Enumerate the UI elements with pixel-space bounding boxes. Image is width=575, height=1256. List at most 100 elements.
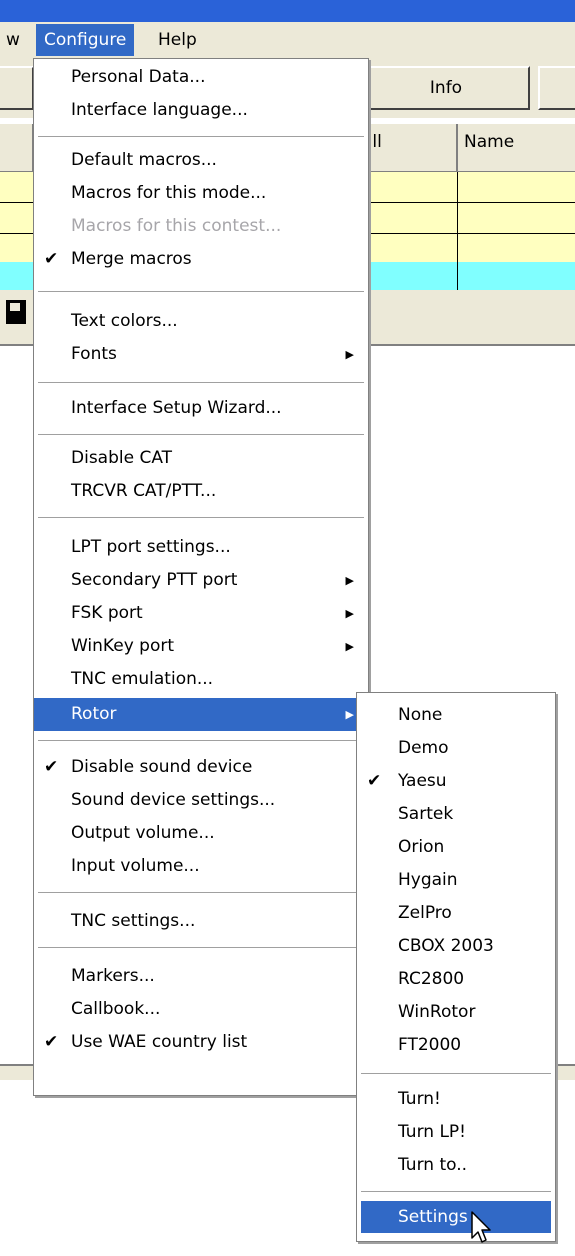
menu-item-label: LPT port settings...	[71, 537, 231, 557]
menu-item-label: Output volume...	[71, 823, 215, 843]
menu-item-label: Interface language...	[71, 100, 248, 120]
rotor-item-none[interactable]: None	[357, 699, 555, 732]
menu-item-input-volume[interactable]: Input volume...	[34, 850, 368, 883]
menu-item-tnc-emulation[interactable]: TNC emulation...	[34, 663, 368, 696]
check-icon: ✔	[44, 757, 59, 777]
menu-item-output-volume[interactable]: Output volume...	[34, 817, 368, 850]
menu-item-callbook[interactable]: Callbook...	[34, 993, 368, 1026]
menu-separator	[38, 740, 364, 742]
menu-item-tnc-settings[interactable]: TNC settings...	[34, 905, 368, 938]
menu-item-interface-language[interactable]: Interface language...	[34, 94, 368, 127]
menu-separator	[38, 892, 364, 894]
grid-cell	[0, 262, 34, 293]
rotor-item-zelpro[interactable]: ZelPro	[357, 897, 555, 930]
mouse-pointer-icon	[471, 1211, 491, 1243]
menu-item-label: Macros for this contest...	[71, 216, 282, 236]
menu-item-label: Macros for this mode...	[71, 183, 267, 203]
menu-item-label: Turn!	[398, 1089, 441, 1109]
menu-item-label: Default macros...	[71, 150, 217, 170]
menu-item-label: Markers...	[71, 966, 155, 986]
rotor-item-turn-lp[interactable]: Turn LP!	[357, 1116, 555, 1149]
menu-item-fsk-port[interactable]: FSK port ▶	[34, 597, 368, 630]
configure-menu: Personal Data... Interface language... D…	[33, 58, 369, 1096]
menu-item-winkey-port[interactable]: WinKey port ▶	[34, 630, 368, 663]
menu-item-disable-cat[interactable]: Disable CAT	[34, 442, 368, 475]
toolbar-button-right[interactable]	[538, 66, 575, 110]
menu-item-label: Merge macros	[71, 249, 192, 269]
menu-configure[interactable]: Configure	[36, 24, 135, 56]
grid-header-name[interactable]: Name	[458, 124, 575, 172]
menu-item-label: Turn to..	[398, 1155, 468, 1175]
menu-separator	[361, 1191, 551, 1193]
menu-item-label: Orion	[398, 837, 445, 857]
menu-item-macros-contest: Macros for this contest...	[34, 210, 368, 243]
info-button[interactable]: Info	[362, 66, 530, 110]
menu-bar: w Configure Help	[0, 22, 575, 58]
save-icon[interactable]	[6, 300, 26, 324]
menu-item-wae-list[interactable]: ✔ Use WAE country list	[34, 1026, 368, 1059]
menu-item-label: Disable sound device	[71, 757, 253, 777]
menu-item-personal-data[interactable]: Personal Data...	[34, 61, 368, 94]
menu-separator	[361, 1073, 551, 1075]
menu-item-markers[interactable]: Markers...	[34, 960, 368, 993]
menu-view-partial[interactable]: w	[0, 24, 28, 56]
rotor-item-turn-to[interactable]: Turn to..	[357, 1149, 555, 1182]
submenu-arrow-icon: ▶	[345, 640, 354, 653]
grid-header-name-label: Name	[464, 132, 515, 152]
rotor-item-settings[interactable]: Settings	[361, 1201, 551, 1233]
grid-header-left[interactable]	[0, 124, 34, 172]
menu-item-label: Disable CAT	[71, 448, 173, 468]
menu-item-fonts[interactable]: Fonts ▶	[34, 338, 368, 371]
menu-item-label: Settings	[398, 1207, 468, 1227]
title-bar	[0, 0, 575, 23]
menu-item-rotor[interactable]: Rotor ▶	[34, 698, 368, 731]
grid-cell	[0, 234, 34, 265]
rotor-item-orion[interactable]: Orion	[357, 831, 555, 864]
rotor-item-ft2000[interactable]: FT2000	[357, 1029, 555, 1062]
rotor-item-turn[interactable]: Turn!	[357, 1083, 555, 1116]
check-icon: ✔	[367, 771, 382, 791]
menu-item-label: CBOX 2003	[398, 936, 494, 956]
menu-item-label: Callbook...	[71, 999, 161, 1019]
menu-item-label: Sound device settings...	[71, 790, 276, 810]
submenu-arrow-icon: ▶	[345, 348, 354, 361]
menu-item-secondary-ptt[interactable]: Secondary PTT port ▶	[34, 564, 368, 597]
rotor-item-sartek[interactable]: Sartek	[357, 798, 555, 831]
menu-separator	[38, 136, 364, 138]
rotor-item-winrotor[interactable]: WinRotor	[357, 996, 555, 1029]
submenu-arrow-icon: ▶	[345, 574, 354, 587]
submenu-arrow-icon: ▶	[345, 607, 354, 620]
menu-item-merge-macros[interactable]: ✔ Merge macros	[34, 243, 368, 276]
menu-help[interactable]: Help	[150, 24, 205, 56]
menu-item-text-colors[interactable]: Text colors...	[34, 305, 368, 338]
menu-item-label: WinRotor	[398, 1002, 476, 1022]
menu-item-label: TNC settings...	[71, 911, 196, 931]
rotor-item-yaesu[interactable]: ✔ Yaesu	[357, 765, 555, 798]
menu-separator	[38, 947, 364, 949]
menu-item-label: TNC emulation...	[71, 669, 214, 689]
menu-separator	[38, 291, 364, 293]
rotor-item-cbox[interactable]: CBOX 2003	[357, 930, 555, 963]
grid-cell	[0, 203, 34, 234]
menu-item-sound-settings[interactable]: Sound device settings...	[34, 784, 368, 817]
menu-item-default-macros[interactable]: Default macros...	[34, 144, 368, 177]
menu-item-disable-sound[interactable]: ✔ Disable sound device	[34, 751, 368, 784]
toolbar-button-left[interactable]	[0, 66, 34, 110]
menu-item-macros-mode[interactable]: Macros for this mode...	[34, 177, 368, 210]
menu-item-label: Sartek	[398, 804, 454, 824]
submenu-arrow-icon: ▶	[345, 708, 354, 721]
menu-item-setup-wizard[interactable]: Interface Setup Wizard...	[34, 392, 368, 425]
menu-item-label: Demo	[398, 738, 449, 758]
menu-item-trcvr-cat[interactable]: TRCVR CAT/PTT...	[34, 475, 368, 508]
rotor-item-rc2800[interactable]: RC2800	[357, 963, 555, 996]
menu-item-label: WinKey port	[71, 636, 175, 656]
menu-item-label: Text colors...	[71, 311, 178, 331]
menu-item-label: None	[398, 705, 443, 725]
rotor-item-hygain[interactable]: Hygain	[357, 864, 555, 897]
menu-item-label: FT2000	[398, 1035, 462, 1055]
check-icon: ✔	[44, 1032, 59, 1052]
menu-item-label: RC2800	[398, 969, 465, 989]
menu-item-label: Personal Data...	[71, 67, 206, 87]
rotor-item-demo[interactable]: Demo	[357, 732, 555, 765]
menu-item-lpt-settings[interactable]: LPT port settings...	[34, 531, 368, 564]
